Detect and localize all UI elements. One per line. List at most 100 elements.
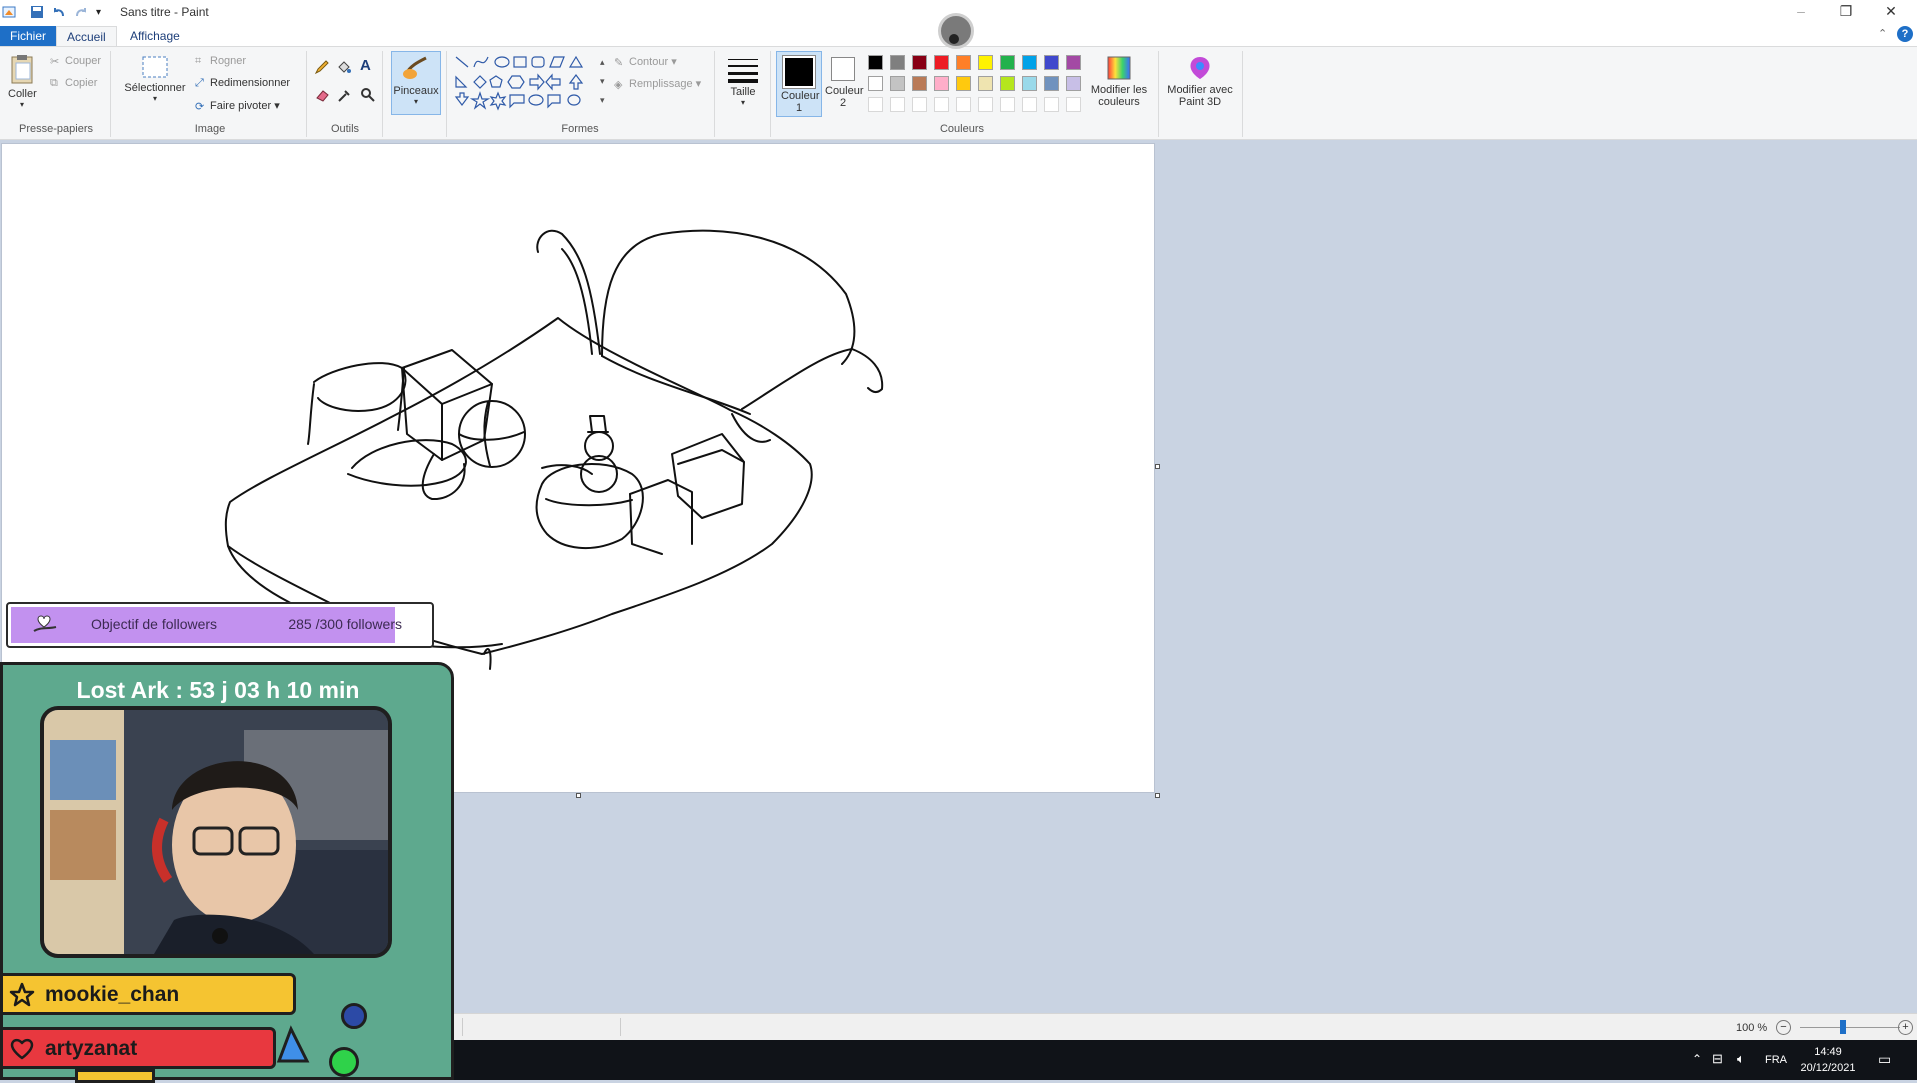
resize-button[interactable]: ⤢ Redimensionner bbox=[195, 77, 290, 89]
notification-icon[interactable]: ▭ bbox=[1878, 1051, 1891, 1068]
fill-tool[interactable] bbox=[336, 59, 352, 78]
redo-icon[interactable] bbox=[74, 3, 88, 21]
clock[interactable]: 14:49 20/12/2021 bbox=[1796, 1044, 1860, 1076]
palette-swatch[interactable] bbox=[912, 55, 927, 70]
palette-swatch[interactable] bbox=[1044, 76, 1059, 91]
size-button[interactable]: Taille ▾ bbox=[722, 55, 764, 107]
crop-button[interactable]: ⌗ Rogner bbox=[195, 55, 246, 67]
rotate-button[interactable]: ⟳ Faire pivoter ▾ bbox=[195, 99, 280, 113]
edit-colors-button[interactable]: Modifier les couleurs bbox=[1086, 55, 1152, 108]
shapes-scroll[interactable]: ▴ ▾ ▾ bbox=[600, 53, 605, 110]
zoom-level: 100 % bbox=[1736, 1022, 1768, 1034]
resize-handle-right[interactable] bbox=[1155, 464, 1160, 469]
palette-swatch[interactable] bbox=[890, 76, 905, 91]
color2-button[interactable]: Couleur 2 bbox=[822, 55, 864, 109]
palette-swatch[interactable] bbox=[956, 76, 971, 91]
paint-app-icon[interactable] bbox=[2, 3, 16, 21]
palette-swatch[interactable] bbox=[934, 55, 949, 70]
palette-swatch[interactable] bbox=[1022, 55, 1037, 70]
tray-chevron-icon[interactable]: ⌃ bbox=[1692, 1052, 1702, 1066]
pencil-tool[interactable] bbox=[314, 59, 330, 78]
language-indicator[interactable]: FRA bbox=[1765, 1054, 1787, 1066]
group-label-tools: Outils bbox=[330, 123, 360, 135]
palette-swatch[interactable] bbox=[868, 55, 883, 70]
palette-swatch[interactable] bbox=[1066, 55, 1081, 70]
shapes-gallery[interactable] bbox=[452, 53, 598, 116]
rotate-label: Faire pivoter bbox=[210, 100, 272, 112]
quick-access-dropdown-icon[interactable]: ▾ bbox=[96, 3, 101, 21]
save-icon[interactable] bbox=[30, 3, 44, 21]
volume-icon[interactable]: 🔈︎ bbox=[1737, 1051, 1745, 1067]
zoom-in-icon[interactable]: + bbox=[1898, 1020, 1913, 1035]
color-picker-tool[interactable] bbox=[336, 87, 352, 106]
palette-swatch-empty[interactable] bbox=[1044, 97, 1059, 112]
color1-button[interactable]: Couleur 1 bbox=[776, 51, 822, 117]
outline-button[interactable]: ✎ Contour ▾ bbox=[614, 55, 677, 69]
palette-swatch[interactable] bbox=[1044, 55, 1059, 70]
palette-swatch-empty[interactable] bbox=[1066, 97, 1081, 112]
clock-date: 20/12/2021 bbox=[1800, 1062, 1856, 1074]
palette-swatch-empty[interactable] bbox=[978, 97, 993, 112]
paint3d-icon bbox=[1190, 57, 1210, 79]
divider bbox=[446, 51, 447, 137]
resize-label: Redimensionner bbox=[210, 77, 291, 89]
zoom-out-icon[interactable]: − bbox=[1776, 1020, 1791, 1035]
palette-swatch-empty[interactable] bbox=[912, 97, 927, 112]
help-icon[interactable]: ? bbox=[1897, 26, 1913, 42]
zoom-slider[interactable] bbox=[1800, 1027, 1900, 1028]
decor-block-yellow bbox=[75, 1069, 155, 1083]
divider bbox=[714, 51, 715, 137]
eraser-tool[interactable] bbox=[314, 87, 330, 106]
select-button[interactable]: Sélectionner ▾ bbox=[120, 55, 190, 103]
palette-swatch[interactable] bbox=[978, 76, 993, 91]
undo-icon[interactable] bbox=[52, 3, 66, 21]
palette-swatch-empty[interactable] bbox=[1000, 97, 1015, 112]
select-label: Sélectionner bbox=[124, 82, 186, 94]
resize-handle-corner[interactable] bbox=[1155, 793, 1160, 798]
color-wheel-icon bbox=[1107, 56, 1131, 80]
fill-button[interactable]: ◈ Remplissage ▾ bbox=[614, 77, 701, 91]
follower-name: mookie_chan bbox=[45, 983, 180, 1006]
palette-swatch[interactable] bbox=[912, 76, 927, 91]
divider bbox=[382, 51, 383, 137]
divider bbox=[306, 51, 307, 137]
network-icon[interactable]: ⊟ bbox=[1712, 1051, 1723, 1067]
decor-dot-green bbox=[329, 1047, 359, 1077]
palette-swatch[interactable] bbox=[1066, 76, 1081, 91]
palette-swatch[interactable] bbox=[1000, 76, 1015, 91]
brushes-button[interactable]: Pinceaux ▾ bbox=[391, 51, 441, 115]
palette-swatch-empty[interactable] bbox=[1022, 97, 1037, 112]
palette-swatch[interactable] bbox=[956, 55, 971, 70]
palette-swatch-empty[interactable] bbox=[890, 97, 905, 112]
palette-swatch[interactable] bbox=[890, 55, 905, 70]
palette-swatch[interactable] bbox=[978, 55, 993, 70]
palette-swatch[interactable] bbox=[1000, 55, 1015, 70]
close-button[interactable]: ✕ bbox=[1868, 0, 1914, 24]
restore-button[interactable]: ❐ bbox=[1823, 0, 1869, 24]
palette-swatch-empty[interactable] bbox=[868, 97, 883, 112]
text-tool-icon[interactable]: A bbox=[360, 57, 371, 74]
palette-swatch[interactable] bbox=[1022, 76, 1037, 91]
window-title: Sans titre - Paint bbox=[120, 5, 209, 19]
tab-affichage[interactable]: Affichage bbox=[120, 26, 190, 46]
palette-swatch[interactable] bbox=[934, 76, 949, 91]
magnifier-tool[interactable] bbox=[360, 87, 376, 106]
minimize-button[interactable]: – bbox=[1778, 0, 1824, 24]
palette-swatch-empty[interactable] bbox=[934, 97, 949, 112]
cut-button[interactable]: ✂ Couper bbox=[50, 55, 102, 68]
zoom-slider-thumb[interactable] bbox=[1840, 1020, 1846, 1034]
tab-accueil[interactable]: Accueil bbox=[56, 26, 117, 47]
copy-button[interactable]: ⧉ Copier bbox=[50, 77, 97, 89]
tab-fichier[interactable]: Fichier bbox=[0, 26, 57, 46]
recent-subscriber-banner: artyzanat bbox=[0, 1027, 276, 1069]
follower-goal-label: Objectif de followers bbox=[91, 616, 218, 632]
star-icon bbox=[9, 982, 35, 1008]
collapse-ribbon-icon[interactable]: ⌃ bbox=[1878, 27, 1887, 40]
palette-swatch-empty[interactable] bbox=[956, 97, 971, 112]
cut-label: Couper bbox=[65, 55, 102, 67]
paint-bucket-icon bbox=[338, 61, 351, 73]
resize-handle-bottom[interactable] bbox=[576, 793, 581, 798]
paint3d-button[interactable]: Modifier avec Paint 3D bbox=[1164, 55, 1236, 108]
paste-button[interactable]: Coller ▾ bbox=[8, 53, 37, 109]
palette-swatch[interactable] bbox=[868, 76, 883, 91]
